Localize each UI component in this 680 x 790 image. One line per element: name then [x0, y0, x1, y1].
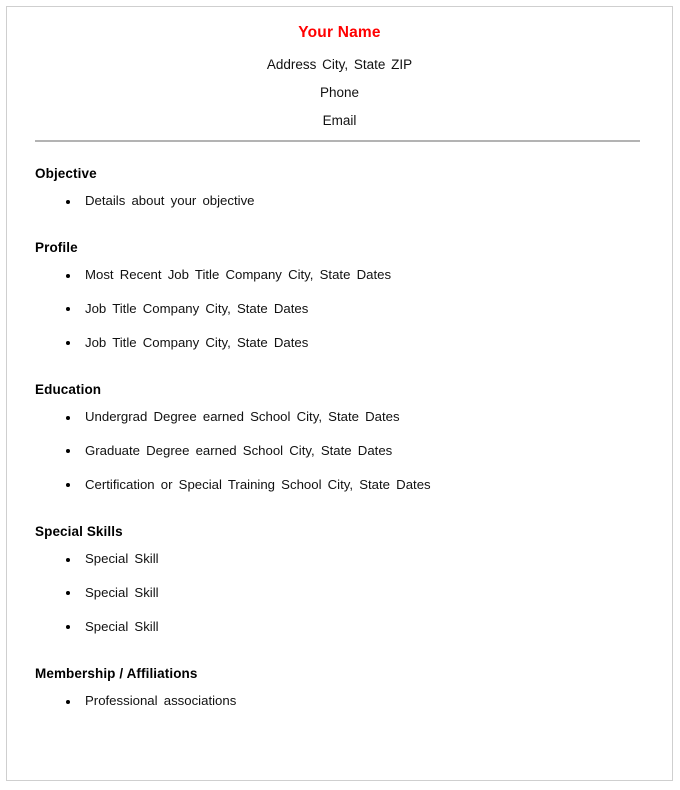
bullet-dot-icon — [66, 341, 70, 345]
address-line[interactable]: Address City, State ZIP — [7, 55, 672, 74]
bullet-text: Certification or Special Training School… — [85, 477, 431, 492]
bullet-item[interactable]: Undergrad Degree earned School City, Sta… — [7, 401, 672, 434]
section-bullet-list: Undergrad Degree earned School City, Sta… — [7, 401, 672, 502]
bullet-item[interactable]: Most Recent Job Title Company City, Stat… — [7, 259, 672, 292]
bullet-text: Special Skill — [85, 585, 159, 600]
section-title: Profile — [35, 240, 78, 255]
bullet-text: Special Skill — [85, 551, 159, 566]
header-divider — [35, 140, 640, 142]
section-title: Education — [35, 382, 102, 397]
email-line[interactable]: Email — [7, 111, 672, 130]
bullet-item[interactable]: Special Skill — [7, 610, 672, 644]
resume-section: Membership / Affiliations Professional as… — [7, 666, 672, 718]
resume-sections: Objective Details about your objective Pro… — [7, 166, 672, 718]
bullet-dot-icon — [66, 199, 70, 204]
bullet-dot-icon — [66, 625, 70, 629]
resume-header: Your Name Address City, State ZIP Phone … — [7, 7, 672, 130]
bullet-item[interactable]: Special Skill — [7, 576, 672, 610]
bullet-dot-icon — [66, 591, 70, 595]
resume-section: Objective Details about your objective — [7, 166, 672, 218]
bullet-text: Undergrad Degree earned School City, Sta… — [85, 409, 400, 424]
bullet-text: Graduate Degree earned School City, Stat… — [85, 443, 393, 458]
bullet-text: Professional associations — [85, 693, 237, 708]
bullet-dot-icon — [66, 699, 70, 704]
section-title: Objective — [35, 166, 97, 181]
bullet-text: Details about your objective — [85, 193, 255, 208]
phone-line[interactable]: Phone — [7, 83, 672, 102]
bullet-text: Job Title Company City, State Dates — [85, 301, 309, 316]
bullet-item[interactable]: Special Skill — [7, 543, 672, 576]
bullet-item[interactable]: Job Title Company City, State Dates — [7, 326, 672, 360]
resume-section: Education Undergrad Degree earned School … — [7, 382, 672, 502]
section-bullet-list: Professional associations — [7, 685, 672, 718]
bullet-item[interactable]: Details about your objective — [7, 185, 672, 218]
bullet-dot-icon — [66, 307, 70, 311]
section-bullet-list: Most Recent Job Title Company City, Stat… — [7, 259, 672, 360]
bullet-text: Special Skill — [85, 619, 159, 634]
bullet-item[interactable]: Certification or Special Training School… — [7, 468, 672, 502]
bullet-item[interactable]: Professional associations — [7, 685, 672, 718]
resume-page: Your Name Address City, State ZIP Phone … — [6, 6, 673, 781]
section-bullet-list: Details about your objective — [7, 185, 672, 218]
bullet-dot-icon — [66, 449, 70, 453]
section-title: Special Skills — [35, 524, 123, 539]
bullet-dot-icon — [66, 273, 70, 278]
section-title: Membership / Affiliations — [35, 666, 198, 681]
bullet-dot-icon — [66, 557, 70, 562]
resume-section: Profile Most Recent Job Title Company Cit… — [7, 240, 672, 360]
bullet-text: Job Title Company City, State Dates — [85, 335, 309, 350]
bullet-item[interactable]: Graduate Degree earned School City, Stat… — [7, 434, 672, 468]
applicant-name[interactable]: Your Name — [7, 23, 672, 43]
bullet-text: Most Recent Job Title Company City, Stat… — [85, 267, 392, 282]
section-bullet-list: Special Skill Special Skill Special Skill — [7, 543, 672, 644]
bullet-item[interactable]: Job Title Company City, State Dates — [7, 292, 672, 326]
bullet-dot-icon — [66, 483, 70, 487]
resume-section: Special Skills Special Skill Special Skill… — [7, 524, 672, 644]
bullet-dot-icon — [66, 415, 70, 420]
